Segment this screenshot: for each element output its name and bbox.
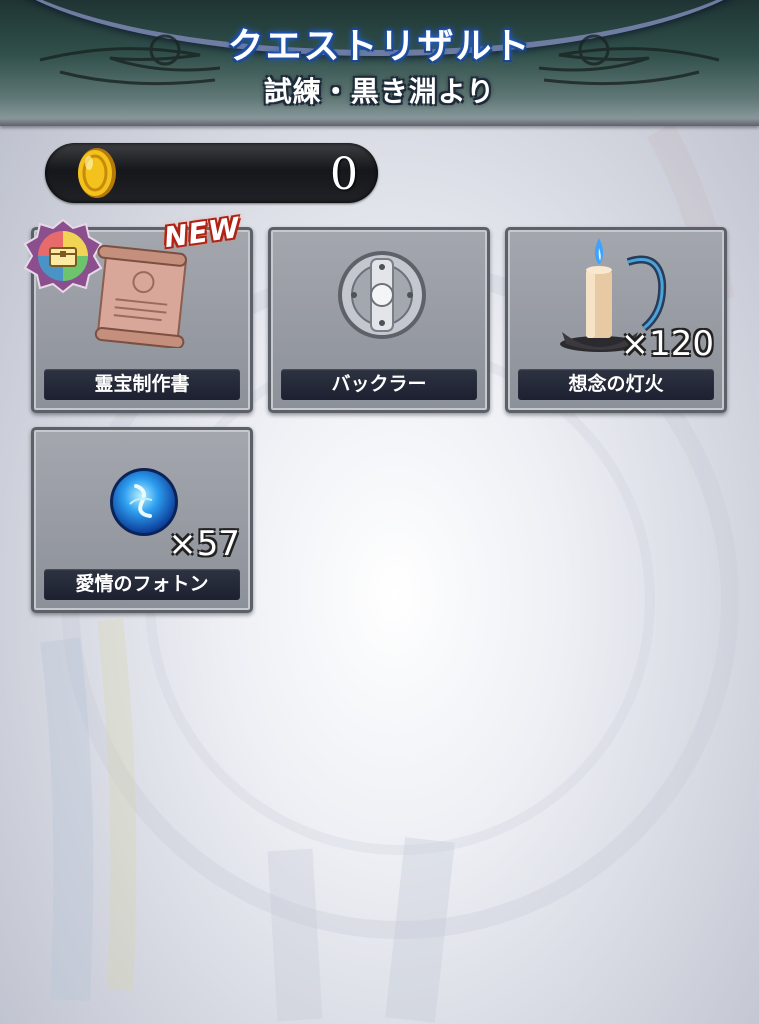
item-card[interactable]: NEW 霊宝制作書 — [23, 211, 253, 413]
buckler-shield-icon — [338, 251, 426, 339]
item-quantity: ×57 — [168, 524, 240, 564]
scroll-icon — [94, 244, 187, 348]
quest-name: 試練・黒き淵より — [263, 75, 496, 108]
item-name: 愛情のフォトン — [44, 569, 240, 600]
rainbow-chest-icon — [23, 218, 103, 294]
new-badge: NEW — [162, 210, 243, 255]
coin-value: 0 — [330, 149, 358, 200]
header-divider — [0, 119, 759, 126]
item-name: 想念の灯火 — [518, 369, 714, 400]
item-name: バックラー — [281, 369, 477, 400]
result-header: クエストリザルト 試練・黒き淵より — [0, 0, 759, 122]
gold-coin-icon — [78, 148, 116, 198]
coin-counter: 0 — [45, 143, 378, 203]
item-card[interactable]: ×120 想念の灯火 — [505, 227, 727, 413]
item-card[interactable]: ×57 愛情のフォトン — [31, 427, 253, 613]
item-name: 霊宝制作書 — [44, 369, 240, 400]
page-title: クエストリザルト — [227, 26, 532, 67]
item-card[interactable]: バックラー — [268, 227, 490, 413]
item-quantity: ×120 — [620, 324, 714, 364]
